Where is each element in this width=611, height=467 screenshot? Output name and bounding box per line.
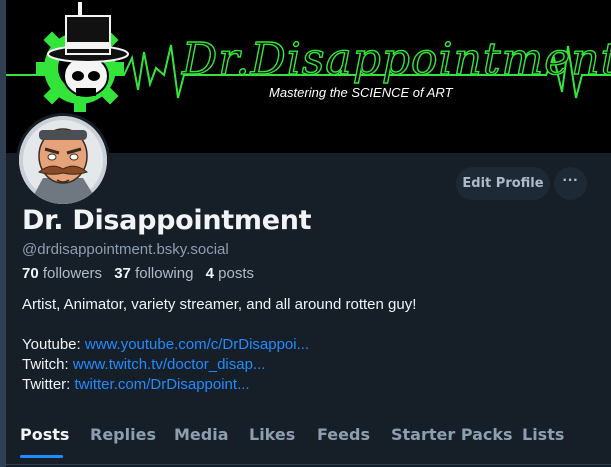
posts-count: 4 xyxy=(205,265,214,282)
profile-column: Dr.Disappointment Mastering the SCIENCE … xyxy=(6,0,611,467)
tab-starter-packs[interactable]: Starter Packs xyxy=(391,418,513,458)
posts-stat: 4 posts xyxy=(206,265,254,282)
active-tab-indicator xyxy=(20,455,63,458)
mascot-logo xyxy=(36,2,129,112)
banner-script-title: Dr.Disappointment xyxy=(181,33,611,85)
followers-link[interactable]: 70 followers xyxy=(22,265,102,282)
ellipsis-icon[interactable]: ··· xyxy=(554,167,587,200)
followers-label: followers xyxy=(42,265,103,282)
profile-bio: Artist, Animator, variety streamer, and … xyxy=(22,295,602,395)
bio-link-row-twitter: Twitter: twitter.com/DrDisappoint... xyxy=(22,375,602,395)
edit-profile-button[interactable]: Edit Profile xyxy=(456,167,550,200)
profile-avatar[interactable] xyxy=(16,113,110,207)
display-name: Dr. Disappointment xyxy=(22,205,312,236)
posts-label: posts xyxy=(218,265,254,282)
twitter-link[interactable]: twitter.com/DrDisappoint... xyxy=(75,376,250,393)
bio-link-label: Twitter: xyxy=(22,376,71,393)
followers-count: 70 xyxy=(22,265,39,282)
tab-replies[interactable]: Replies xyxy=(90,418,156,458)
bio-link-label: Youtube: xyxy=(22,336,81,353)
tab-likes[interactable]: Likes xyxy=(249,418,295,458)
bio-link-row-youtube: Youtube: www.youtube.com/c/DrDisappoi... xyxy=(22,335,602,355)
tab-media[interactable]: Media xyxy=(174,418,229,458)
tabs-divider xyxy=(6,464,611,465)
avatar-illustration xyxy=(19,116,107,204)
tab-feeds[interactable]: Feeds xyxy=(317,418,370,458)
twitch-link[interactable]: www.twitch.tv/doctor_disap... xyxy=(73,356,266,373)
profile-handle: @drdisappointment.bsky.social xyxy=(22,241,229,258)
bio-link-row-twitch: Twitch: www.twitch.tv/doctor_disap... xyxy=(22,355,602,375)
tab-lists[interactable]: Lists xyxy=(522,418,564,458)
bio-link-label: Twitch: xyxy=(22,356,69,373)
following-link[interactable]: 37 following xyxy=(114,265,193,282)
profile-page: Dr.Disappointment Mastering the SCIENCE … xyxy=(0,0,611,467)
profile-stats: 70 followers 37 following 4 posts xyxy=(22,265,254,282)
youtube-link[interactable]: www.youtube.com/c/DrDisappoi... xyxy=(85,336,309,353)
tab-posts[interactable]: Posts xyxy=(20,418,69,458)
following-label: following xyxy=(135,265,194,282)
following-count: 37 xyxy=(114,265,131,282)
banner-tagline: Mastering the SCIENCE of ART xyxy=(269,85,453,100)
profile-tabs: Posts Replies Media Likes Feeds Starter … xyxy=(6,418,611,467)
bio-text: Artist, Animator, variety streamer, and … xyxy=(22,296,417,313)
